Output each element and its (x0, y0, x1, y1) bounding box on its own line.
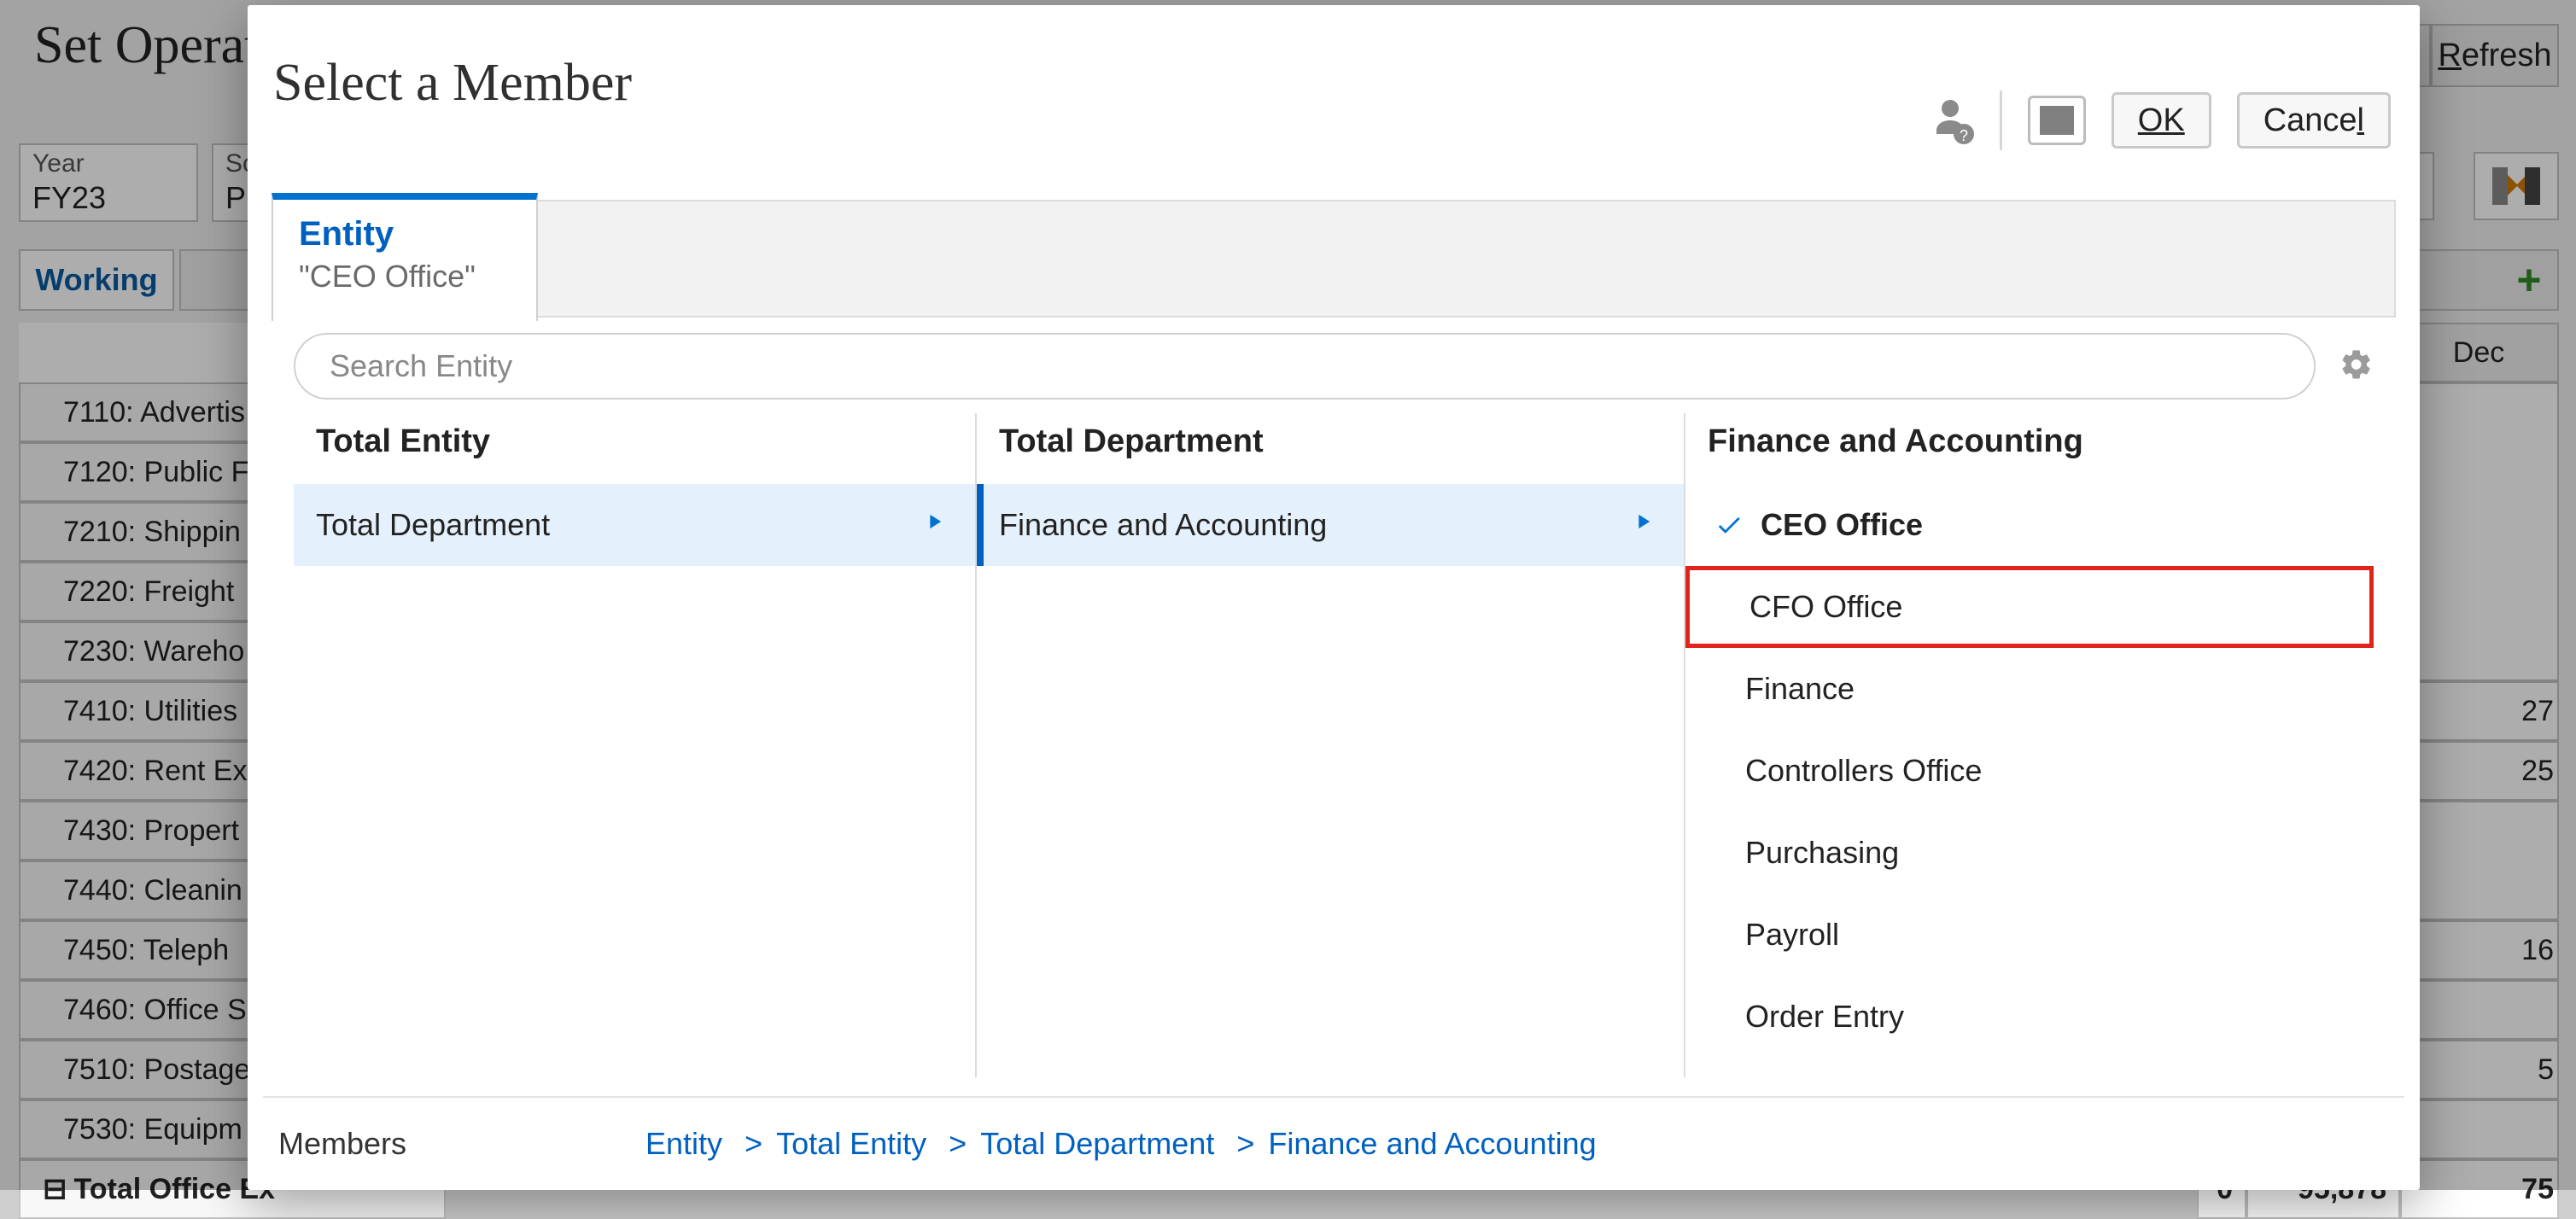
drill-icon (1631, 507, 1655, 543)
dimension-tab-label: Entity (299, 215, 511, 254)
column-header[interactable]: Total Department (977, 413, 1684, 484)
member-selector-dialog: Select a Member ? OK Cancel Entity "CEO … (248, 5, 2420, 1190)
dimension-tab-entity[interactable]: Entity "CEO Office" (272, 193, 538, 321)
member-total-department[interactable]: Total Department (294, 484, 975, 566)
expand-collapse-icon (2492, 167, 2540, 205)
refresh-button[interactable]: Refresh (2431, 24, 2559, 87)
column-total-entity: Total Entity Total Department (294, 413, 977, 1077)
separator (2000, 90, 2002, 150)
search-input[interactable]: Search Entity (294, 333, 2316, 400)
grid-cell[interactable]: 27 (2400, 681, 2559, 741)
member-label: Controllers Office (1745, 753, 1982, 789)
breadcrumb: Members Entity > Total Entity > Total De… (263, 1096, 2404, 1190)
col-header-dec[interactable]: Dec (2400, 323, 2559, 382)
column-header[interactable]: Total Entity (294, 413, 975, 484)
page-title: Set Operat (34, 15, 259, 76)
member-label: Payroll (1745, 917, 1839, 953)
add-tab-button[interactable]: + (2499, 251, 2559, 309)
member-label: Purchasing (1745, 835, 1899, 871)
selection-display-toggle[interactable] (2028, 96, 2086, 145)
member-label: Order Entry (1745, 999, 1904, 1035)
drill-icon (922, 507, 946, 543)
search-settings-button[interactable] (2339, 347, 2374, 386)
grid-cell: 75 (2400, 1159, 2559, 1219)
member-finance[interactable]: Finance (1685, 648, 2374, 730)
column-total-department: Total Department Finance and Accounting (977, 413, 1685, 1077)
member-finance-and-accounting[interactable]: Finance and Accounting (977, 484, 1684, 566)
dimension-tab-selection: "CEO Office" (299, 259, 511, 295)
member-label: CEO Office (1761, 507, 1923, 543)
grid-cell[interactable]: 16 (2400, 920, 2559, 980)
breadcrumb-link[interactable]: Entity (645, 1126, 722, 1162)
cancel-button[interactable]: Cancel (2237, 92, 2391, 149)
svg-text:?: ? (1960, 127, 1968, 144)
dialog-header: Select a Member ? OK Cancel (248, 5, 2420, 164)
member-payroll[interactable]: Payroll (1685, 894, 2374, 976)
pov-year-label: Year (32, 149, 184, 178)
breadcrumb-link[interactable]: Total Entity (776, 1126, 926, 1162)
member-cfo-office[interactable]: CFO Office (1685, 566, 2374, 648)
breadcrumb-link[interactable]: Finance and Accounting (1268, 1126, 1596, 1162)
search-placeholder: Search Entity (330, 348, 512, 384)
member-controllers-office[interactable]: Controllers Office (1685, 730, 2374, 812)
dimension-tab-strip: Entity "CEO Office" (272, 200, 2396, 318)
member-label: Finance and Accounting (999, 507, 1327, 543)
member-purchasing[interactable]: Purchasing (1685, 812, 2374, 894)
pov-year-value: FY23 (32, 180, 184, 216)
member-ceo-office[interactable]: CEO Office (1685, 484, 2374, 566)
breadcrumb-label: Members (278, 1126, 594, 1162)
check-icon (1714, 510, 1744, 540)
breadcrumb-link[interactable]: Total Department (980, 1126, 1214, 1162)
ok-button[interactable]: OK (2112, 92, 2211, 149)
gear-icon (2339, 347, 2374, 382)
member-label: Total Department (316, 507, 550, 543)
user-variable-icon[interactable]: ? (1933, 96, 1974, 144)
member-order-entry[interactable]: Order Entry (1685, 976, 2374, 1058)
tab-working[interactable]: Working (19, 249, 174, 311)
member-label: CFO Office (1749, 589, 1902, 625)
column-finance-and-accounting: Finance and Accounting CEO Office CFO Of… (1685, 413, 2374, 1077)
grid-cell[interactable]: 5 (2400, 1040, 2559, 1099)
member-columns: Total Entity Total Department Total Depa… (294, 413, 2374, 1077)
panel-toggle-button[interactable] (2474, 152, 2559, 220)
pov-year[interactable]: Year FY23 (19, 143, 198, 222)
grid-cell[interactable]: 25 (2400, 741, 2559, 801)
column-header[interactable]: Finance and Accounting (1685, 413, 2374, 484)
member-label: Finance (1745, 671, 1855, 707)
